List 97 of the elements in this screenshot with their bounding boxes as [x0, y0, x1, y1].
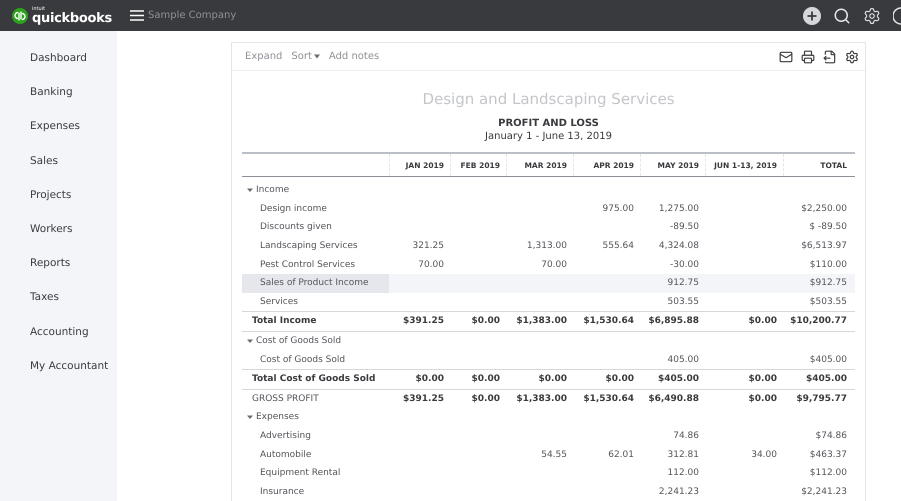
sidebar-item[interactable]: My Accountant	[0, 360, 117, 394]
table-cell-text: 74.86	[672, 430, 700, 444]
table-cell-text: 1,313.00	[526, 240, 568, 254]
table-cell-text: $6,513.97	[800, 240, 848, 254]
company-name: Sample Company	[148, 10, 236, 21]
row-label: GROSS PROFIT	[251, 392, 320, 406]
row-label[interactable]: Landscaping Services	[242, 236, 389, 256]
sidebar-item[interactable]: Expenses	[0, 120, 117, 155]
table-cell-text: $0.00	[538, 373, 568, 386]
row-label[interactable]: Sales of Product Income	[242, 274, 389, 293]
row-label[interactable]: Equipment Rental	[242, 464, 389, 482]
export-icon[interactable]	[823, 50, 837, 64]
table-cell-text: 70.00	[540, 258, 568, 272]
table-cell-text: $74.86	[814, 430, 848, 444]
table-cell-text: $0.00	[748, 315, 778, 328]
section-label: Income	[256, 185, 290, 196]
sidebar-item[interactable]: Dashboard	[0, 52, 117, 86]
table-cell-text: 70.00	[417, 258, 445, 272]
sidebar-item[interactable]: Banking	[0, 86, 117, 120]
sidebar-item[interactable]: Workers	[0, 222, 117, 258]
menu-icon[interactable]	[130, 10, 144, 21]
row-label[interactable]: Automobile	[242, 445, 389, 464]
report-period: January 1 - June 13, 2019	[485, 131, 612, 142]
table-cell-text: $463.37	[808, 448, 848, 462]
row-label[interactable]: Pest Control Services	[242, 255, 389, 274]
table-cell-text: $0.00	[470, 392, 501, 406]
company-title: Design and Landscaping Services	[422, 90, 675, 108]
table-cell-text: $0.00	[748, 392, 778, 406]
sidebar-item[interactable]: Projects	[0, 188, 117, 223]
table-cell-text: $405.00	[805, 373, 848, 386]
table-cell-text: 2,241.23	[658, 486, 700, 499]
table-cell-text: $0.00	[414, 373, 445, 386]
table-cell-text: $503.55	[808, 296, 848, 309]
email-icon[interactable]	[779, 50, 793, 64]
sidebar-item[interactable]: Taxes	[0, 291, 117, 326]
table-cell-text: $0.00	[604, 373, 635, 386]
table-cell-text: $ -89.50	[808, 221, 848, 234]
logo-icon	[12, 8, 28, 24]
caret-icon	[314, 54, 320, 59]
row-label[interactable]: Cost of Goods Sold	[242, 350, 389, 369]
table-cell-text: $0.00	[470, 315, 501, 328]
table-cell-text: $1,383.00	[515, 315, 568, 328]
table-cell-text: 975.00	[602, 202, 635, 216]
table-cell-text: -89.50	[668, 221, 700, 234]
plus-icon[interactable]	[803, 6, 821, 24]
table-cell-text: $1,530.64	[582, 315, 635, 328]
table-cell-text: $1,530.64	[582, 392, 635, 406]
table-cell-text: $2,250.00	[800, 202, 848, 216]
row-label[interactable]: Design income	[242, 200, 389, 218]
sidebar-item[interactable]: Accounting	[0, 326, 117, 360]
table-cell-text: $2,241.23	[800, 486, 848, 499]
table-cell-text: 503.55	[666, 296, 700, 309]
caret-icon[interactable]	[247, 187, 253, 194]
table-cell-text: $10,200.77	[789, 315, 848, 328]
sidebar-item[interactable]: Sales	[0, 154, 117, 189]
table-cell-text: 312.81	[666, 448, 700, 462]
logo-wordmark: quickbooks	[32, 12, 112, 24]
row-label: Total Income	[251, 315, 318, 328]
row-label[interactable]: Discounts given	[242, 218, 389, 237]
table-cell-text: 321.25	[412, 240, 445, 254]
table-cell-text: $0.00	[748, 373, 778, 386]
section-label: Cost of Goods Sold	[256, 336, 342, 346]
table-cell-text: 405.00	[666, 354, 700, 367]
table-cell-text: $405.00	[657, 373, 700, 386]
row-label[interactable]: Insurance	[242, 482, 389, 501]
caret-icon[interactable]	[247, 338, 253, 344]
sidebar-item[interactable]: Reports	[0, 257, 117, 292]
caret-icon[interactable]	[247, 414, 253, 420]
table-cell-text: 912.75	[666, 277, 700, 290]
table-cell-text: 4,324.08	[658, 240, 700, 254]
table-cell-text: $1,383.00	[515, 392, 568, 406]
table-cell-text: $912.75	[808, 277, 848, 290]
table-cell-text: 555.64	[602, 240, 635, 254]
print-icon[interactable]	[801, 50, 815, 64]
table-cell-text: $391.25	[402, 315, 445, 328]
table-cell-text: $6,490.88	[647, 392, 700, 406]
row-label[interactable]: Advertising	[242, 426, 389, 446]
table-cell-text: $6,895.88	[647, 315, 700, 328]
table-cell-text: 62.01	[607, 448, 635, 462]
section-label: Expenses	[256, 412, 299, 422]
row-label[interactable]: Services	[242, 292, 389, 312]
settings-icon[interactable]	[845, 50, 859, 64]
table-cell-text: $112.00	[808, 467, 848, 480]
table-cell-text: $110.00	[808, 258, 848, 272]
table-cell-text: 54.55	[540, 448, 568, 462]
search-icon[interactable]	[833, 6, 851, 24]
report-title: PROFIT AND LOSS	[498, 118, 599, 129]
table-cell-text: 1,275.00	[658, 202, 700, 216]
table-cell-text: $405.00	[808, 354, 848, 367]
table-cell-text: $9,795.77	[795, 392, 848, 406]
table-cell-text: 34.00	[750, 448, 778, 462]
table-cell-text: $391.25	[402, 392, 445, 406]
row-label: Total Cost of Goods Sold	[251, 373, 376, 386]
table-cell-text: -30.00	[668, 258, 700, 272]
table-cell-text: $0.00	[470, 373, 501, 386]
table-cell-text: 112.00	[666, 467, 700, 480]
help-icon[interactable]	[893, 6, 901, 24]
